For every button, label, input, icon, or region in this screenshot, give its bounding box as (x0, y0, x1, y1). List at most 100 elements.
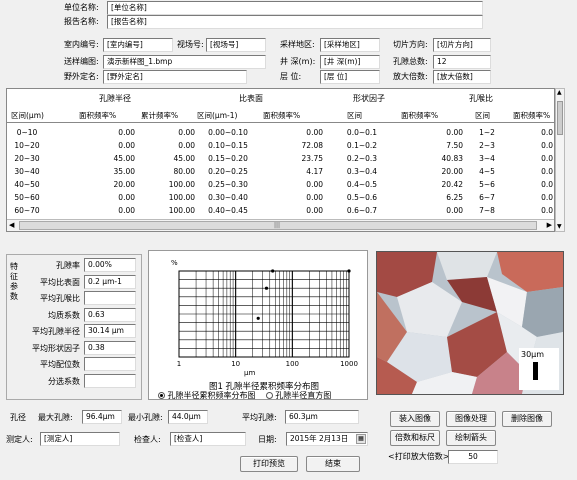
scroll-thumb[interactable] (557, 101, 563, 135)
table-row[interactable]: 50~60 0.00 100.00 0.30~0.40 0.00 0.5~0.6 6.25 6… (7, 191, 554, 204)
cell-shape-area-freq: 40.83 (441, 154, 463, 163)
feature-value[interactable]: 30.14 μm (84, 324, 136, 338)
table-row[interactable]: 0~10 0.00 0.00 0.00~0.10 0.00 0.0~0.1 0.00 1~2 0… (7, 126, 554, 139)
table-row[interactable]: 60~70 0.00 100.00 0.40~0.45 0.00 0.6~0.7 0.00 7… (7, 204, 554, 217)
checker-field[interactable]: [检查人] (170, 432, 246, 446)
cell-throat-interval: 2~3 (479, 141, 495, 150)
feature-value[interactable]: 0.2 μm-1 (84, 274, 136, 289)
process-image-button[interactable]: 图像处理 (446, 411, 496, 427)
cell-shape-area-freq: 20.42 (441, 180, 463, 189)
col-header-interval: 区间(μm) (11, 111, 44, 120)
table-row[interactable]: 40~50 20.00 100.00 0.25~0.30 0.00 0.4~0.5 20.4… (7, 178, 554, 191)
group-pore-radius: 孔隙半径 (99, 94, 131, 103)
option-cumulative-label: 孔隙半径累积频率分布图 (167, 391, 256, 400)
scroll-right-icon[interactable]: ▶ (547, 221, 552, 230)
indoor-no-label: 室内编号: (64, 40, 99, 49)
slice-direction-field[interactable]: [切片方向] (433, 38, 491, 52)
cell-surface-interval: 0.15~0.20 (208, 154, 248, 163)
cell-throat-area-freq: 0.0 (541, 154, 553, 163)
load-image-button[interactable]: 装入图像 (390, 411, 440, 427)
print-preview-button[interactable]: 打印预览 (240, 456, 298, 472)
option-histogram[interactable]: 孔隙半径直方图 (265, 391, 332, 400)
feature-label: 分选系数 (48, 376, 80, 386)
cell-surface-interval: 0.20~0.25 (208, 167, 248, 176)
cell-shape-interval: 0.3~0.4 (346, 167, 378, 176)
cell-cum-freq: 100.00 (168, 180, 195, 189)
field-no-field[interactable]: [视场号] (206, 38, 266, 52)
report-name-field[interactable]: [报告名称] (107, 15, 483, 29)
scale-ruler-button[interactable]: 倍数和标尺 (390, 430, 440, 446)
date-picker[interactable]: 2015年 2月13日 ▦ (286, 432, 368, 446)
cell-area-freq: 0.00 (118, 128, 135, 137)
table-vertical-scrollbar[interactable]: ▲ ▼ (555, 88, 565, 232)
sample-image-field[interactable]: 演示新样图_1.bmp (103, 55, 266, 69)
table-horizontal-scrollbar[interactable]: ◀ ||| ▶ (7, 219, 554, 231)
scroll-down-icon[interactable]: ▼ (557, 224, 563, 230)
feature-value[interactable] (84, 373, 136, 388)
well-depth-field[interactable]: [井 深(m)] (320, 55, 380, 69)
pore-total-field[interactable]: 12 (433, 55, 491, 69)
option-cumulative[interactable]: 孔隙半径累积频率分布图 (158, 391, 256, 400)
scroll-up-icon[interactable]: ▲ (557, 90, 563, 96)
avg-pore-field[interactable]: 60.3μm (285, 410, 359, 424)
field-name-field[interactable]: [野外定名] (103, 70, 247, 84)
table-row[interactable]: 30~40 35.00 80.00 0.20~0.25 4.17 0.3~0.4 20.00… (7, 165, 554, 178)
data-point (256, 316, 260, 320)
cell-throat-area-freq: 0.0 (541, 193, 553, 202)
cell-throat-interval: 1~2 (479, 128, 495, 137)
unit-name-field[interactable]: [单位名称] (107, 1, 483, 15)
unit-name-label: 单位名称: (64, 3, 99, 12)
magnification-field[interactable]: [放大倍数] (433, 70, 491, 84)
hscroll-thumb[interactable]: ||| (19, 221, 537, 230)
col-header-surface-area-freq: 面积频率% (263, 111, 301, 120)
cell-area-freq: 0.00 (118, 141, 135, 150)
assessor-field[interactable]: [测定人] (40, 432, 120, 446)
print-magnification-field[interactable]: 50 (448, 450, 498, 464)
cell-interval: 30~40 (14, 167, 40, 176)
feature-value[interactable]: 0.63 (84, 307, 136, 322)
feature-value[interactable]: 0.00% (84, 258, 136, 272)
y-axis-label: % (171, 259, 178, 267)
data-point (271, 269, 275, 273)
cell-shape-area-freq: 0.00 (446, 128, 463, 137)
cell-shape-interval: 0.4~0.5 (346, 180, 378, 189)
feature-value[interactable] (84, 357, 136, 371)
slice-direction-label: 切片方向: (393, 40, 428, 49)
max-pore-field[interactable]: 96.4μm (82, 410, 122, 424)
option-histogram-label: 孔隙半径直方图 (275, 391, 332, 400)
cell-shape-area-freq: 0.00 (446, 206, 463, 215)
table-row[interactable]: 10~20 0.00 0.00 0.10~0.15 72.08 0.1~0.2 7.50 2~… (7, 139, 554, 152)
cell-shape-interval: 0.2~0.3 (346, 154, 378, 163)
col-header-shape-interval: 区间 (347, 111, 362, 120)
delete-image-button[interactable]: 删除图像 (502, 411, 552, 427)
col-header-area-freq: 面积频率% (79, 111, 117, 120)
min-pore-field[interactable]: 44.0μm (168, 410, 208, 424)
layer-field[interactable]: [层 位] (320, 70, 380, 84)
draw-arrow-button[interactable]: 绘制箭头 (446, 430, 496, 446)
sampling-area-field[interactable]: [采样地区] (320, 38, 380, 52)
calendar-dropdown-icon[interactable]: ▦ (356, 434, 366, 444)
magnification-label: 放大倍数: (393, 72, 428, 81)
statistics-table[interactable]: 孔隙半径 比表面 形状因子 孔喉比 区间(μm) 面积频率% 累计频率% 区间(… (6, 88, 555, 232)
min-pore-label: 最小孔隙: (128, 413, 163, 422)
cell-interval: 10~20 (14, 141, 40, 150)
cell-surface-area-freq: 0.00 (306, 180, 323, 189)
finish-button[interactable]: 结束 (306, 456, 360, 472)
cell-throat-area-freq: 0.0 (541, 206, 553, 215)
table-row[interactable]: 20~30 45.00 45.00 0.15~0.20 23.75 0.2~0.3 40.8… (7, 152, 554, 165)
cell-surface-area-freq: 0.00 (306, 193, 323, 202)
indoor-no-field[interactable]: [室内编号] (103, 38, 173, 52)
scroll-left-icon[interactable]: ◀ (9, 221, 14, 230)
feature-label: 平均孔喉比 (40, 294, 80, 303)
cell-interval: 20~30 (14, 154, 40, 163)
cell-throat-area-freq: 0.0 (541, 141, 553, 150)
layer-label: 层 位: (280, 72, 302, 81)
feature-value[interactable]: 0.38 (84, 340, 136, 355)
feature-value[interactable] (84, 291, 136, 305)
chart-options: 孔隙半径累积频率分布图 孔隙半径直方图 (158, 390, 331, 401)
cell-throat-interval: 7~8 (479, 206, 495, 215)
radio-selected-icon[interactable] (158, 392, 165, 399)
col-header-shape-area-freq: 面积频率% (401, 111, 439, 120)
radio-unselected-icon[interactable] (265, 392, 273, 399)
date-value: 2015年 2月13日 (290, 434, 349, 443)
